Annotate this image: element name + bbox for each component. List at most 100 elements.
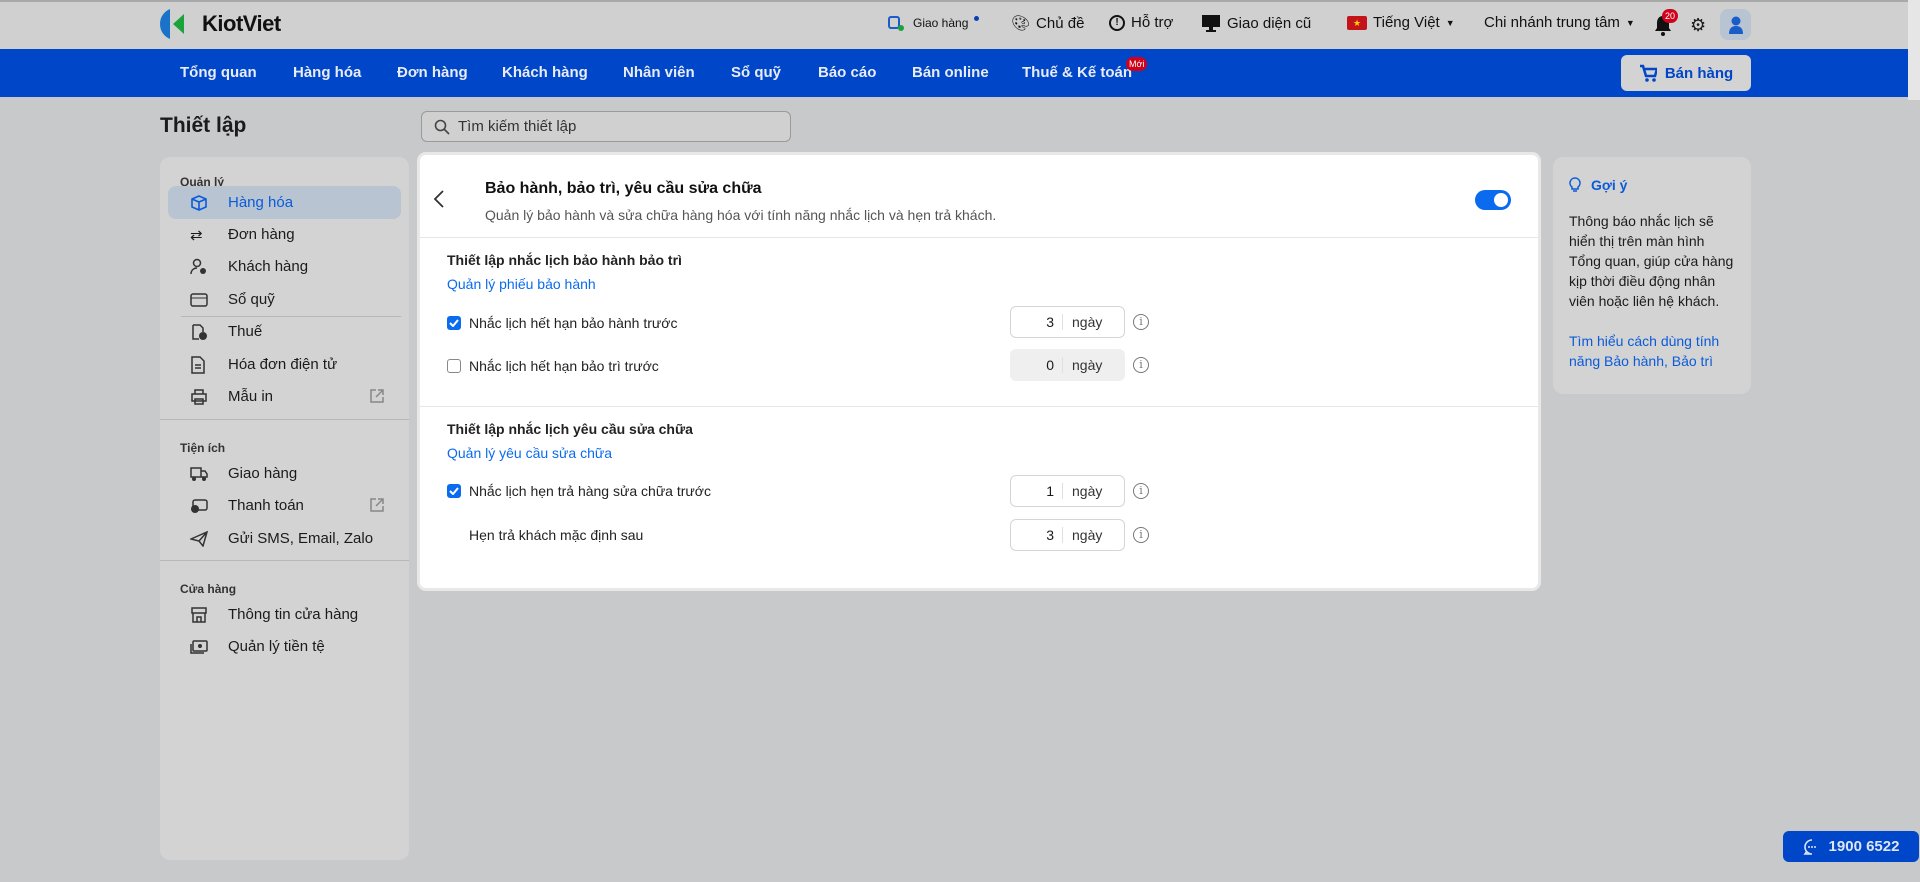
sidebar-label: Gửi SMS, Email, Zalo [228,530,374,547]
default-return-row: Hẹn trả khách mặc định sau [469,527,643,543]
support-label: Hỗ trợ [1131,14,1174,31]
user-avatar[interactable] [1720,9,1751,40]
row-label: Nhắc lịch hết hạn bảo hành trước [469,315,678,331]
sidebar-item-store-info[interactable]: Thông tin cửa hàng [168,598,401,631]
nav-reports[interactable]: Báo cáo [818,64,876,81]
hint-panel: Gợi ý Thông báo nhắc lịch sẽ hiển thị tr… [1553,157,1751,394]
card-title: Bảo hành, bảo trì, yêu cầu sửa chữa [485,180,762,197]
info-icon[interactable]: i [1133,357,1149,373]
sidebar-item-tax[interactable]: Thuế [168,315,401,348]
divider [420,406,1538,407]
row-label: Hẹn trả khách mặc định sau [469,527,644,543]
input-unit: ngày [1072,314,1103,330]
input-value: 1 [1011,483,1063,499]
maintenance-reminder-row: Nhắc lịch hết hạn bảo trì trước [447,358,659,374]
nav-tax-accounting[interactable]: Thuế & Kế toán [1022,64,1132,81]
info-icon[interactable]: i [1133,483,1149,499]
warranty-days-input[interactable]: 3 ngày [1010,306,1125,338]
nav-customers[interactable]: Khách hàng [502,64,588,81]
payment-icon [190,498,214,514]
sidebar-item-e-invoice[interactable]: Hóa đơn điện tử [168,348,401,381]
notification-count: 20 [1662,9,1679,23]
divider [160,560,409,561]
row-label: Nhắc lịch hẹn trả hàng sửa chữa trước [469,483,711,499]
hotline-number: 1900 6522 [1828,838,1900,855]
warranty-reminder-checkbox[interactable] [447,316,461,330]
money-icon [190,639,214,655]
maintenance-reminder-checkbox[interactable] [447,359,461,373]
settings-gear-icon[interactable]: ⚙ [1690,15,1706,36]
user-icon [1728,16,1743,34]
delivery-truck-icon [888,16,904,31]
notification-button[interactable]: 20 [1654,9,1679,41]
sidebar-item-orders[interactable]: ⇄ Đơn hàng [168,218,401,251]
warranty-reminder-row: Nhắc lịch hết hạn bảo hành trước [447,315,677,331]
branch-select[interactable]: Chi nhánh trung tâm ▼ [1484,14,1635,31]
old-ui-link[interactable]: Giao diện cũ [1201,14,1311,32]
repair-reminder-checkbox[interactable] [447,484,461,498]
sidebar-label: Thông tin cửa hàng [228,606,359,623]
hotline-button[interactable]: 1900 6522 [1783,831,1919,862]
store-icon [190,606,214,623]
feature-toggle[interactable] [1475,190,1511,210]
nav-online-sales[interactable]: Bán online [912,64,989,81]
wallet-icon [190,292,214,308]
send-icon [190,530,214,547]
brand-name: KiotViet [202,11,281,36]
lightbulb-icon [1569,177,1581,192]
vietnam-flag-icon: ★ [1347,15,1367,30]
old-ui-label: Giao diện cũ [1227,14,1312,32]
sidebar-label: Sổ quỹ [228,291,275,308]
maintenance-days-input[interactable]: 0 ngày [1010,349,1125,381]
delivery-label: Giao hàng [913,16,969,30]
hint-body: Thông báo nhắc lịch sẽ hiển thị trên màn… [1569,213,1734,309]
divider [420,237,1538,238]
search-placeholder: Tìm kiếm thiết lập [458,118,577,135]
sidebar-item-payment[interactable]: Thanh toán [168,489,401,522]
logo[interactable]: KiotViet [160,8,281,40]
sidebar-item-delivery[interactable]: Giao hàng [168,457,401,490]
input-unit: ngày [1072,483,1103,499]
new-badge: Mới [1126,57,1148,71]
sidebar-label: Mẫu in [228,388,274,405]
sidebar-label: Hàng hóa [228,194,294,211]
back-chevron-icon[interactable] [433,189,445,214]
input-value: 3 [1011,527,1063,543]
document-icon [190,355,214,374]
repair-days-input[interactable]: 1 ngày [1010,475,1125,507]
sidebar-item-cashbook[interactable]: Sổ quỹ [168,283,401,316]
sell-button[interactable]: Bán hàng [1621,55,1751,91]
sidebar-item-messaging[interactable]: Gửi SMS, Email, Zalo [168,522,401,555]
section-utilities: Tiện ích [180,441,226,455]
theme-link[interactable]: 🎨︎ Chủ đề [1011,14,1084,33]
warranty-settings-card: Bảo hành, bảo trì, yêu cầu sửa chữa Quản… [420,155,1538,588]
nav-products[interactable]: Hàng hóa [293,64,361,81]
sidebar-item-customers[interactable]: Khách hàng [168,250,401,283]
divider [160,419,409,420]
repair-reminder-row: Nhắc lịch hẹn trả hàng sửa chữa trước [447,483,711,499]
support-chat-icon: ! [1109,14,1125,31]
support-link[interactable]: ! Hỗ trợ [1109,14,1173,31]
nav-overview[interactable]: Tổng quan [180,64,257,81]
info-icon[interactable]: i [1133,314,1149,330]
hint-learn-more-link[interactable]: Tìm hiểu cách dùng tính năng Bảo hành, B… [1569,331,1735,371]
sidebar-item-products[interactable]: Hàng hóa [168,186,401,219]
delivery-link[interactable]: Giao hàng [887,14,980,32]
section-title-repair: Thiết lập nhắc lịch yêu cầu sửa chữa [447,421,693,437]
manage-warranty-link[interactable]: Quản lý phiếu bảo hành [447,276,596,292]
language-select[interactable]: ★ Tiếng Việt ▼ [1347,14,1455,31]
manage-repair-link[interactable]: Quản lý yêu cầu sửa chữa [447,445,612,461]
nav-cashbook[interactable]: Sổ quỹ [731,64,781,81]
sidebar-item-print-templates[interactable]: Mẫu in [168,380,401,413]
nav-orders[interactable]: Đơn hàng [397,64,468,81]
info-icon[interactable]: i [1133,527,1149,543]
scrollbar[interactable] [1908,0,1920,100]
settings-search-input[interactable]: Tìm kiếm thiết lập [421,111,791,142]
chat-bubble-icon [1803,838,1816,855]
page-title: Thiết lập [160,114,247,137]
sidebar-item-currency[interactable]: Quản lý tiền tệ [168,630,401,663]
external-link-icon [369,388,385,408]
nav-staff[interactable]: Nhân viên [623,64,695,81]
branch-label: Chi nhánh trung tâm [1484,14,1620,31]
default-return-days-input[interactable]: 3 ngày [1010,519,1125,551]
